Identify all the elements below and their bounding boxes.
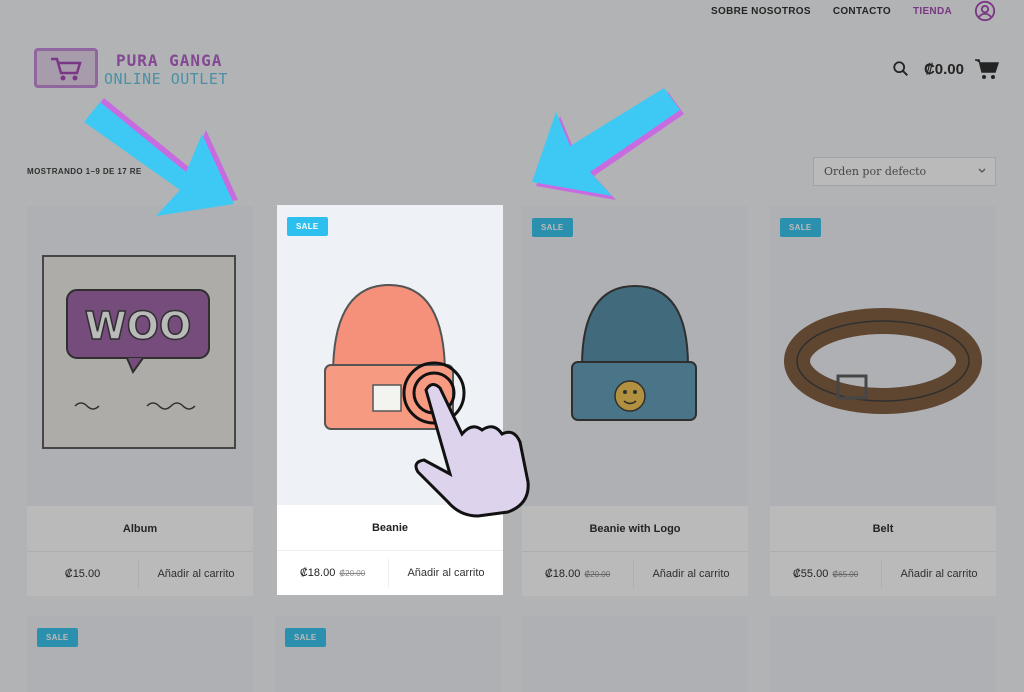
pointer-arrows — [84, 88, 684, 216]
tap-hand-icon — [402, 361, 530, 518]
arrow-right-icon — [532, 88, 684, 200]
arrow-left-icon — [84, 98, 238, 216]
